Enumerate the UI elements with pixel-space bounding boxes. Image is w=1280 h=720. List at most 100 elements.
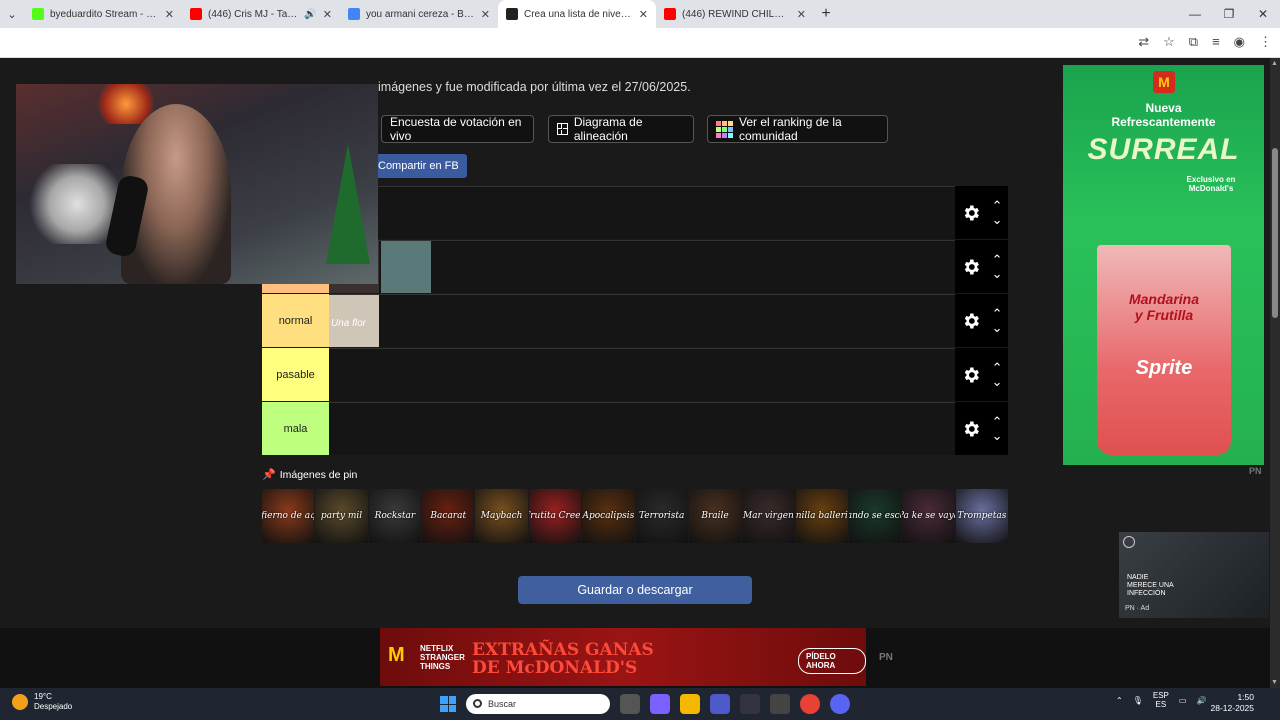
chevron-up-icon[interactable]: ⌃ — [992, 415, 1003, 428]
ad-flavor1: Mandarina — [1128, 291, 1199, 307]
chevron-down-icon[interactable]: ⌄ — [992, 375, 1003, 388]
discord-icon[interactable] — [830, 694, 850, 714]
pin-image[interactable]: Cuando se escapa — [848, 489, 902, 543]
file-explorer-icon[interactable] — [680, 694, 700, 714]
ad-headline: SURREAL — [1087, 133, 1240, 166]
pin-image[interactable]: Pa ke se vaya — [902, 489, 955, 543]
pin-image[interactable]: Trompetas — [955, 489, 1009, 543]
tier-item-image[interactable] — [381, 241, 431, 293]
maximize-button[interactable]: ❐ — [1212, 0, 1246, 28]
tab-favicon-icon — [348, 8, 360, 20]
gear-icon[interactable] — [961, 257, 981, 277]
new-tab-button[interactable]: + — [814, 5, 838, 23]
teams-icon[interactable] — [710, 694, 730, 714]
tab-title: byeduardito Stream - Watch Li... — [50, 8, 159, 20]
task-view-icon[interactable] — [620, 694, 640, 714]
pin-image-caption: Frutita Creek — [529, 511, 581, 521]
star-icon[interactable]: ☆ — [1163, 34, 1175, 50]
pin-image[interactable]: Infierno de aqui — [262, 489, 315, 543]
menu-icon[interactable]: ⋮ — [1259, 34, 1272, 50]
tab-audio-icon[interactable]: 🔊 — [304, 9, 316, 20]
tab-search-button[interactable]: ⌄ — [0, 0, 24, 28]
browser-tab[interactable]: you armani cereza - Buscar con ✕ — [340, 0, 498, 28]
ad-cta-button[interactable]: PÍDELO AHORA — [798, 648, 866, 674]
tier-label[interactable]: normal — [262, 294, 329, 347]
tier-label[interactable]: mala — [262, 402, 329, 455]
windows-start-icon[interactable] — [440, 696, 456, 712]
sprite-ad[interactable]: M Nueva Refrescantemente SURREAL Exclusi… — [1063, 65, 1264, 465]
close-tab-icon[interactable]: ✕ — [639, 8, 648, 21]
chevron-down-icon[interactable]: ⌄ — [992, 213, 1003, 226]
chrome-icon[interactable] — [800, 694, 820, 714]
browser-tab[interactable]: Crea una lista de niveles de ap ✕ — [498, 0, 656, 28]
app-icon[interactable] — [770, 694, 790, 714]
gear-icon[interactable] — [961, 365, 981, 385]
browser-tab[interactable]: byeduardito Stream - Watch Li... ✕ — [24, 0, 182, 28]
scroll-thumb[interactable] — [1272, 148, 1278, 318]
chevron-up-icon[interactable]: ⌃ — [992, 253, 1003, 266]
close-window-button[interactable]: ✕ — [1246, 0, 1280, 28]
gear-icon[interactable] — [961, 419, 981, 439]
tier-drop-zone[interactable] — [329, 348, 955, 401]
chevron-down-icon[interactable]: ⌄ — [992, 429, 1003, 442]
browser-tab[interactable]: (446) Cris MJ - Ta Llamándo 🔊 ✕ — [182, 0, 340, 28]
chevron-up-icon[interactable]: ⌃ — [1116, 696, 1123, 705]
chevron-up-icon[interactable]: ⌃ — [992, 307, 1003, 320]
monitor-icon[interactable]: ▭ — [1179, 696, 1187, 705]
share-facebook-button[interactable]: Compartir en FB — [370, 154, 467, 178]
chevron-down-icon[interactable]: ⌄ — [992, 321, 1003, 334]
taskbar-search[interactable]: Buscar — [466, 694, 610, 714]
pin-image[interactable]: Vanilla ballerina — [795, 489, 848, 543]
tier-drop-zone[interactable]: Jet — [329, 240, 955, 293]
language-code[interactable]: ESP — [1153, 691, 1169, 700]
pin-image[interactable]: Maybach — [475, 489, 528, 543]
gear-icon[interactable] — [961, 311, 981, 331]
mcdonalds-banner-ad[interactable]: M NETFLIX STRANGER THINGS EXTRAÑAS GANAS… — [380, 628, 866, 686]
pin-image[interactable]: Rockstar — [368, 489, 422, 543]
chevron-down-icon[interactable]: ⌄ — [992, 267, 1003, 280]
browser-tab[interactable]: (446) REWIND CHILE 2025 - Yo ✕ — [656, 0, 814, 28]
tier-label[interactable]: pasable — [262, 348, 329, 401]
close-tab-icon[interactable]: ✕ — [323, 8, 332, 21]
close-tab-icon[interactable]: ✕ — [165, 8, 174, 21]
volume-icon[interactable]: 🔊 — [1196, 696, 1206, 705]
chevron-up-icon[interactable]: ⌃ — [992, 199, 1003, 212]
app-icon[interactable] — [740, 694, 760, 714]
pin-image[interactable]: Bacarat — [422, 489, 475, 543]
save-download-button[interactable]: Guardar o descargar — [518, 576, 752, 604]
tier-item-image[interactable]: Una flor — [329, 295, 379, 347]
close-tab-icon[interactable]: ✕ — [481, 8, 490, 21]
scroll-up-icon[interactable]: ▲ — [1271, 60, 1278, 67]
chevron-up-icon[interactable]: ⌃ — [992, 361, 1003, 374]
pin-image[interactable]: Terrorista — [635, 489, 688, 543]
translate-icon[interactable]: ⇄ — [1138, 34, 1149, 50]
ad-options-icon[interactable] — [1123, 536, 1135, 548]
tier-drop-zone[interactable] — [329, 402, 955, 455]
tier-drop-zone[interactable] — [329, 186, 955, 239]
close-tab-icon[interactable]: ✕ — [797, 8, 806, 21]
scroll-down-icon[interactable]: ▼ — [1271, 679, 1278, 686]
weather-widget[interactable]: 19°C Despejado — [12, 692, 72, 712]
pin-image[interactable]: Apocalipsis — [582, 489, 635, 543]
pin-image[interactable]: party mil — [315, 489, 368, 543]
profile-icon[interactable]: ◉ — [1234, 34, 1245, 50]
alignment-chart-button[interactable]: Diagrama de alineación — [548, 115, 694, 143]
clock[interactable]: 1:50 28-12-2025 — [1211, 692, 1254, 714]
address-bar[interactable]: ⇄ ☆ ⧉ ≡ ◉ ⋮ — [0, 28, 1280, 58]
pin-image[interactable]: Mar virgen — [742, 489, 795, 543]
microphone-icon[interactable]: 🎙 — [1133, 696, 1143, 705]
pin-image[interactable]: Frutita Creek — [528, 489, 582, 543]
gear-icon[interactable] — [961, 203, 981, 223]
pin-image[interactable]: Braile — [688, 489, 742, 543]
extensions-icon[interactable]: ⧉ — [1189, 34, 1198, 50]
page-scrollbar[interactable]: ▲ ▼ — [1270, 58, 1280, 688]
live-poll-button[interactable]: Encuesta de votación en vivo — [381, 115, 534, 143]
tier-controls: ⌃ ⌄ — [955, 348, 1008, 401]
minimize-button[interactable]: — — [1178, 0, 1212, 28]
community-ranking-button[interactable]: Ver el ranking de la comunidad — [707, 115, 888, 143]
reading-list-icon[interactable]: ≡ — [1212, 34, 1220, 50]
copilot-icon[interactable] — [650, 694, 670, 714]
tier-drop-zone[interactable]: Una flor — [329, 294, 955, 347]
video-ad[interactable]: NADIE MERECE UNA INFECCIÓN PN · Ad — [1119, 532, 1269, 618]
keyboard-layout[interactable]: ES — [1153, 700, 1169, 709]
